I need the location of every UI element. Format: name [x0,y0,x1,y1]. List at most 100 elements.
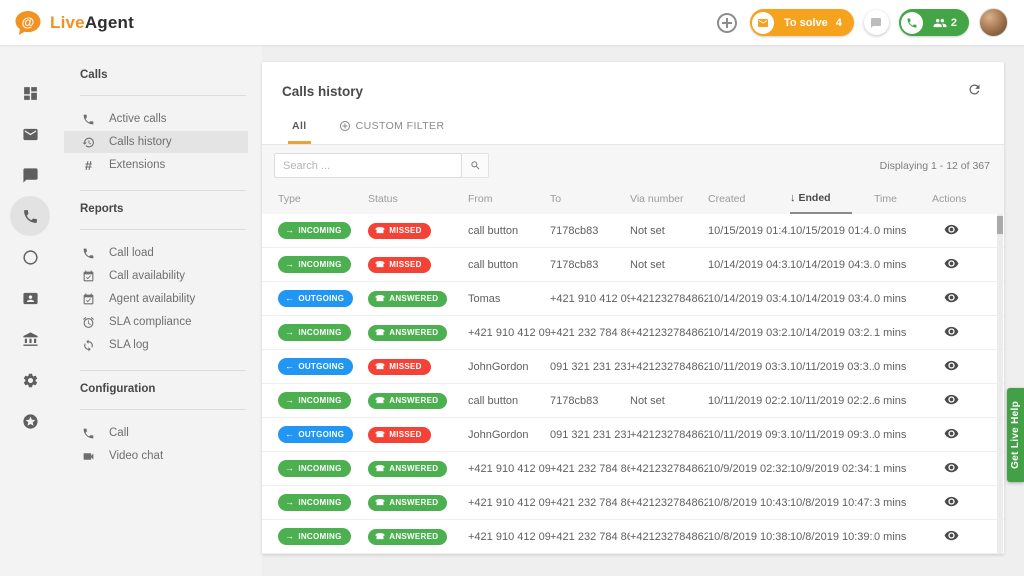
table-row[interactable]: INCOMING ANSWERED +421 910 412 090 +421 … [262,452,1004,486]
phone-icon [906,17,918,29]
table-row[interactable]: INCOMING MISSED call button 7178cb83 Not… [262,248,1004,282]
cell-created: 10/11/2019 02:2... [708,394,790,407]
call-status-badge: ANSWERED [368,528,448,545]
col-time[interactable]: Time [874,193,932,205]
call-status-badge: MISSED [368,426,431,443]
nav-item-sla-compliance[interactable]: SLA compliance [64,311,262,333]
col-created[interactable]: Created [708,193,790,205]
calendar-check-icon [82,293,95,306]
table-row[interactable]: INCOMING ANSWERED +421 910 412 090 +421 … [262,486,1004,520]
col-type[interactable]: Type [278,193,368,205]
view-call-button[interactable] [944,290,959,305]
nav-item-call-config[interactable]: Call [64,422,262,444]
cell-created: 10/9/2019 02:32:... [708,462,790,475]
filter-tabs: All CUSTOM FILTER [262,113,1004,145]
table-row[interactable]: OUTGOING ANSWERED Tomas +421 910 412 090… [262,282,1004,316]
cell-to: +421 232 784 862 [550,496,630,509]
view-call-button[interactable] [944,324,959,339]
cell-via-number: Not set [630,224,665,237]
messages-button[interactable] [863,10,889,35]
col-status[interactable]: Status [368,193,468,205]
table-row[interactable]: INCOMING MISSED call button 7178cb83 Not… [262,214,1004,248]
cell-to: +421 232 784 862 [550,326,630,339]
cell-time: 0 mins [874,224,907,237]
sort-desc-icon: ↓ [790,192,796,204]
search-input[interactable] [274,153,462,178]
view-call-button[interactable] [944,528,959,543]
nav-item-call-load[interactable]: Call load [64,242,262,264]
to-solve-button[interactable]: To solve 4 [749,9,854,36]
table-header: Type Status From To Via number Created ↓… [262,184,1004,214]
call-status-badge: ANSWERED [368,392,448,409]
phone-icon [82,427,95,440]
view-call-button[interactable] [944,426,959,441]
divider [80,229,246,230]
nav-item-agent-availability[interactable]: Agent availability [64,288,262,310]
liveagent-logo[interactable]: @ LiveAgent [14,10,134,36]
user-avatar[interactable] [979,8,1008,37]
col-from[interactable]: From [468,193,550,205]
plus-circle-icon [339,120,351,132]
cell-to: +421 232 784 862 [550,462,630,475]
table-row[interactable]: OUTGOING MISSED JohnGordon 091 321 231 2… [262,418,1004,452]
table-body: INCOMING MISSED call button 7178cb83 Not… [262,214,1004,554]
rail-calls-phone-icon[interactable] [10,196,50,236]
call-status-badge: ANSWERED [368,494,448,511]
col-ended-sorted[interactable]: ↓ Ended [790,184,852,214]
add-new-button[interactable] [713,9,740,36]
search-button[interactable] [462,153,489,178]
rail-star-badge-icon[interactable] [10,401,50,441]
tab-all[interactable]: All [278,120,321,144]
rail-chats-icon[interactable] [10,155,50,195]
table-row[interactable]: INCOMING ANSWERED +421 910 412 090 +421 … [262,316,1004,350]
table-row[interactable]: OUTGOING MISSED JohnGordon 091 321 231 2… [262,350,1004,384]
cell-ended: 10/8/2019 10:47:... [790,496,874,509]
nav-item-calls-history[interactable]: Calls history [64,131,248,153]
col-via-number[interactable]: Via number [630,193,708,205]
refresh-button[interactable] [967,82,982,102]
hash-icon: # [84,157,93,173]
nav-item-extensions[interactable]: # Extensions [64,154,262,176]
col-to[interactable]: To [550,193,630,205]
view-call-button[interactable] [944,494,959,509]
rail-circle-outline-icon[interactable] [10,237,50,277]
nav-item-sla-log[interactable]: SLA log [64,334,262,356]
cell-to: +421 232 784 862 [550,530,630,543]
rail-tickets-mail-icon[interactable] [10,114,50,154]
view-call-button[interactable] [944,392,959,407]
divider [80,409,246,410]
cell-ended: 10/11/2019 03:3... [790,360,874,373]
eye-icon [944,426,959,441]
call-type-badge: OUTGOING [278,358,354,375]
cell-from: Tomas [468,292,501,305]
eye-icon [944,528,959,543]
table-row[interactable]: INCOMING ANSWERED +421 910 412 090 +421 … [262,520,1004,554]
view-call-button[interactable] [944,358,959,373]
refresh-icon [967,82,982,97]
table-row[interactable]: INCOMING ANSWERED call button 7178cb83 N… [262,384,1004,418]
phone-icon [82,247,95,260]
cell-via-number: +421232784862 [630,292,708,305]
history-icon [82,136,95,149]
divider [80,190,246,191]
calls-online-button[interactable]: 2 [898,9,969,36]
rail-settings-gear-icon[interactable] [10,360,50,400]
scrollbar-thumb[interactable] [997,216,1003,234]
rail-dashboard-icon[interactable] [10,73,50,113]
view-call-button[interactable] [944,222,959,237]
rail-bank-icon[interactable] [10,319,50,359]
top-bar: @ LiveAgent To solve 4 2 [0,0,1024,45]
eye-icon [944,494,959,509]
view-call-button[interactable] [944,460,959,475]
nav-item-active-calls[interactable]: Active calls [64,108,262,130]
cell-from: +421 910 412 090 [468,326,550,339]
rail-contact-card-icon[interactable] [10,278,50,318]
brand-text: LiveAgent [50,12,134,32]
eye-icon [944,290,959,305]
view-call-button[interactable] [944,256,959,271]
get-live-help-button[interactable]: Get Live Help [1007,388,1024,482]
eye-icon [944,222,959,237]
nav-item-call-availability[interactable]: Call availability [64,265,262,287]
nav-item-video-chat[interactable]: Video chat [64,445,262,467]
tab-custom-filter[interactable]: CUSTOM FILTER [325,120,459,144]
